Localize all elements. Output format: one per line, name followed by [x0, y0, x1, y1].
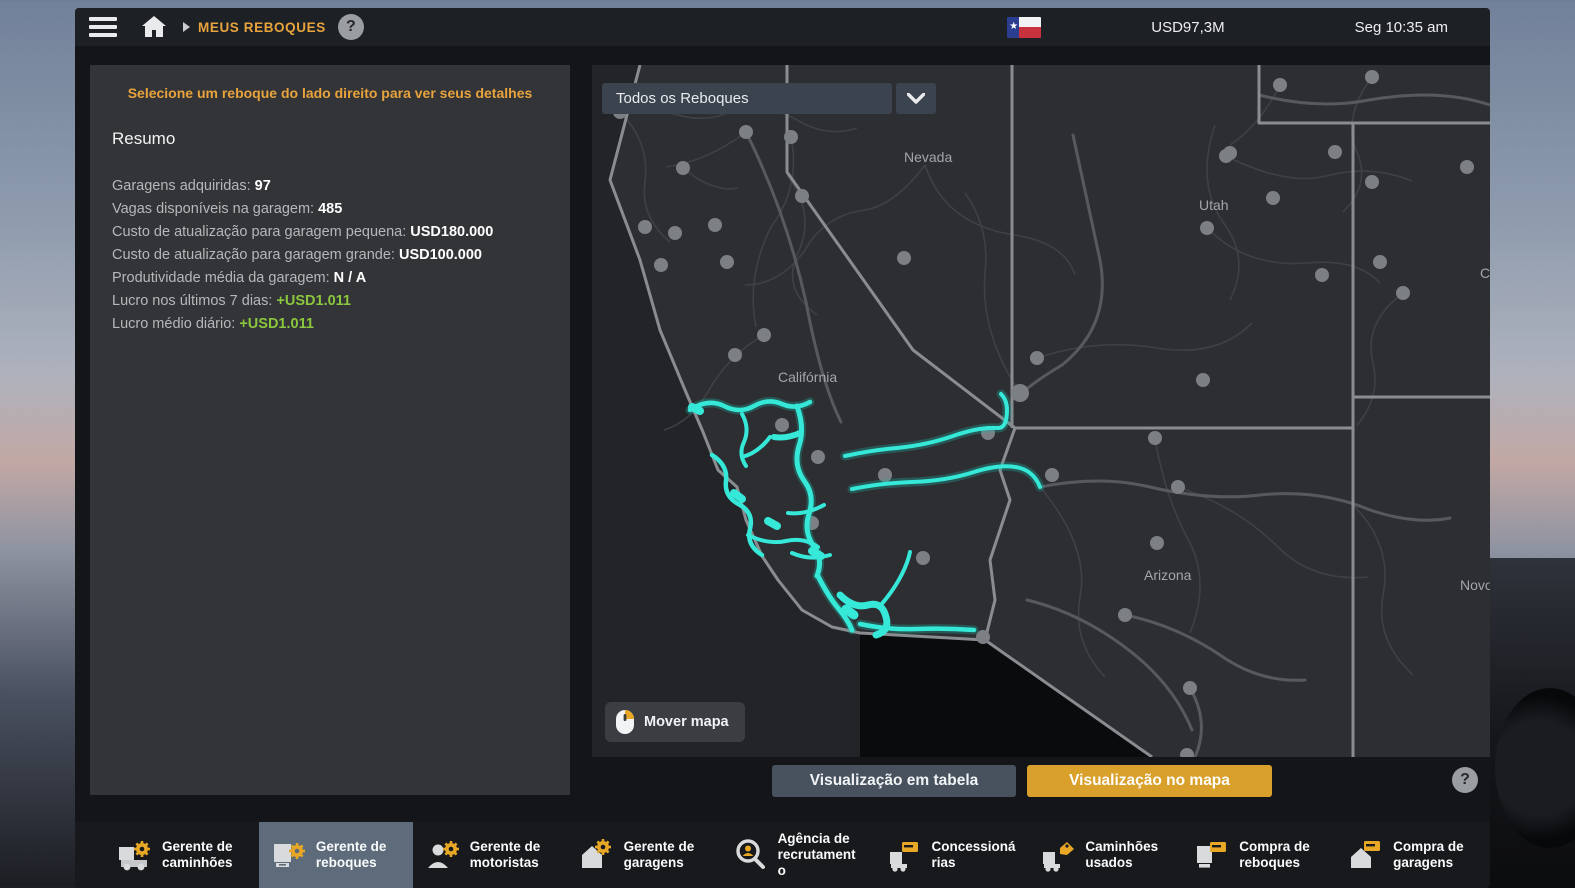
garage-purchase-icon [1348, 838, 1384, 872]
selection-hint: Selecione um reboque do lado direito par… [112, 85, 548, 101]
map-label-new-mexico-partial: Novo [1460, 577, 1490, 593]
nav-label: Gerente de reboques [316, 839, 401, 871]
menu-icon[interactable] [89, 17, 117, 37]
stat-avg-productivity: Produtividade média da garagem: N / A [112, 267, 548, 290]
help-icon[interactable]: ? [338, 14, 364, 40]
trailer-manager-window: MEUS REBOQUES ? ★ USD97,3M Seg 10:35 am … [75, 8, 1490, 888]
summary-stats: Garagens adquiridas: 97 Vagas disponívei… [112, 175, 548, 336]
stat-avg-daily-profit: Lucro médio diário: +USD1.011 [112, 313, 548, 336]
game-clock: Seg 10:35 am [1355, 19, 1448, 36]
breadcrumb-arrow-icon [183, 22, 190, 32]
mouse-icon [615, 709, 635, 735]
trailer-filter-dropdown[interactable]: Todos os Reboques [602, 83, 892, 114]
map-label-arizona: Arizona [1144, 567, 1192, 583]
bottom-navigation: Gerente de caminhões Gerente de reboques… [75, 822, 1490, 888]
recruitment-agency-icon [733, 838, 769, 872]
move-map-label: Mover mapa [644, 714, 729, 730]
chevron-down-icon[interactable] [896, 83, 936, 114]
nav-label: Compra de reboques [1239, 839, 1324, 871]
stat-garages-owned: Garagens adquiridas: 97 [112, 175, 548, 198]
map-view[interactable]: Nevada Utah Califórnia Arizona C Novo To… [592, 65, 1490, 757]
stat-upgrade-small: Custo de atualização para garagem pequen… [112, 221, 548, 244]
texas-flag-icon: ★ [1007, 17, 1041, 38]
driver-gear-icon [425, 838, 461, 872]
nav-driver-manager[interactable]: Gerente de motoristas [413, 822, 567, 888]
used-trucks-icon [1040, 838, 1076, 872]
trailer-gear-icon [271, 838, 307, 872]
map-label-nevada: Nevada [904, 149, 952, 165]
nav-trailer-manager[interactable]: Gerente de reboques [259, 822, 413, 888]
breadcrumb: MEUS REBOQUES [198, 20, 326, 35]
nav-recruitment-agency[interactable]: Agência de recrutamento [721, 822, 875, 888]
home-icon[interactable] [139, 14, 169, 40]
truck-gear-icon [117, 838, 153, 872]
nav-garage-purchase[interactable]: Compra de garagens [1336, 822, 1490, 888]
nav-label: Gerente de caminhões [162, 839, 247, 871]
nav-label: Gerente de motoristas [470, 839, 555, 871]
nav-trailer-purchase[interactable]: Compra de reboques [1182, 822, 1336, 888]
nav-dealerships[interactable]: Concessionárias [874, 822, 1028, 888]
nav-label: Caminhões usados [1085, 839, 1170, 871]
top-bar-right: ★ USD97,3M Seg 10:35 am [1007, 17, 1476, 38]
background-truck-silhouette [1487, 558, 1575, 888]
stat-upgrade-large: Custo de atualização para garagem grande… [112, 244, 548, 267]
nav-label: Agência de recrutamento [778, 831, 863, 879]
nav-label: Compra de garagens [1393, 839, 1478, 871]
trailer-purchase-icon [1194, 838, 1230, 872]
summary-title: Resumo [112, 129, 548, 149]
map-view-button[interactable]: Visualização no mapa [1027, 765, 1272, 797]
money-balance: USD97,3M [1151, 19, 1224, 36]
nav-used-trucks[interactable]: Caminhões usados [1028, 822, 1182, 888]
top-bar: MEUS REBOQUES ? ★ USD97,3M Seg 10:35 am [75, 8, 1490, 46]
nav-label: Concessionárias [931, 839, 1016, 871]
move-map-button[interactable]: Mover mapa [605, 702, 745, 742]
table-view-button[interactable]: Visualização em tabela [772, 765, 1016, 797]
nav-truck-manager[interactable]: Gerente de caminhões [105, 822, 259, 888]
garage-gear-icon [579, 838, 615, 872]
trailer-filter-selected: Todos os Reboques [616, 90, 749, 107]
nav-garage-manager[interactable]: Gerente de garagens [567, 822, 721, 888]
stat-garage-slots: Vagas disponíveis na garagem: 485 [112, 198, 548, 221]
map-label-california: Califórnia [778, 369, 837, 385]
map-svg: Nevada Utah Califórnia Arizona C Novo [592, 65, 1490, 757]
map-label-utah: Utah [1199, 197, 1229, 213]
nav-label: Gerente de garagens [624, 839, 709, 871]
dealership-icon [886, 838, 922, 872]
trailer-details-panel: Selecione um reboque do lado direito par… [90, 65, 570, 795]
help-icon-bottom[interactable]: ? [1452, 767, 1478, 793]
map-label-colorado-partial: C [1480, 265, 1490, 281]
stat-profit-7days: Lucro nos últimos 7 dias: +USD1.011 [112, 290, 548, 313]
